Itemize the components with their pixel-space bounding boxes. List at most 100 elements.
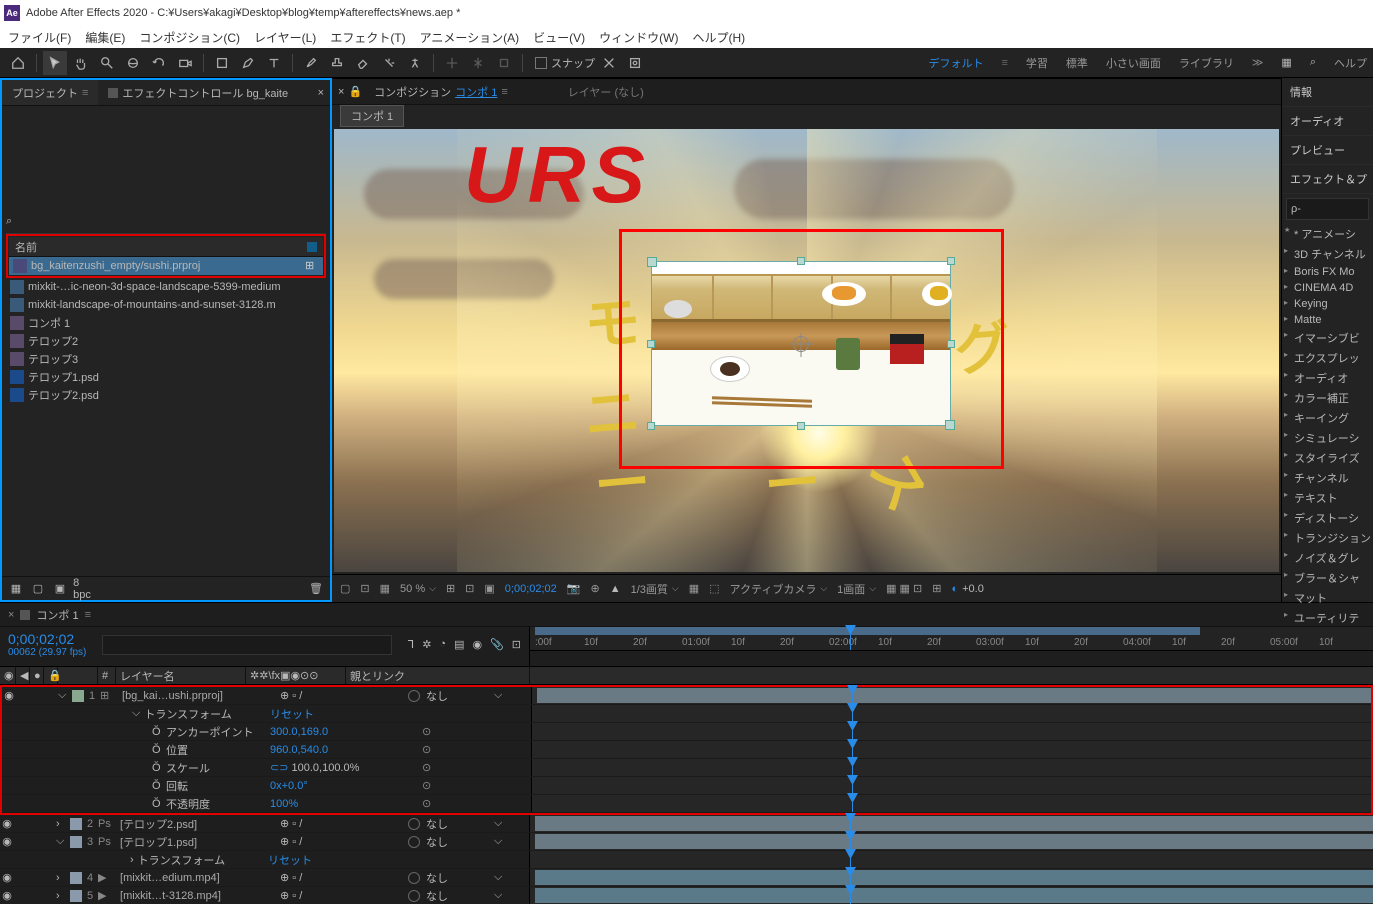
current-timecode[interactable]: 0;00;02;02 xyxy=(8,631,86,647)
tab-effect-controls[interactable]: エフェクトコントロール bg_kaite xyxy=(98,80,298,105)
home-tool[interactable] xyxy=(6,51,30,75)
workspace-standard[interactable]: 標準 xyxy=(1066,55,1088,71)
hand-tool[interactable] xyxy=(69,51,93,75)
3d-icon[interactable]: ⬚ xyxy=(709,582,719,595)
composition-viewer[interactable]: URS モ ニ グ ー ー ス xyxy=(334,129,1279,572)
panel-close-icon[interactable]: × xyxy=(312,87,330,99)
res-icon[interactable]: ⊞ xyxy=(446,582,455,595)
effect-category[interactable]: 3D チャンネル xyxy=(1282,244,1373,264)
channel-icon[interactable]: ⊕ xyxy=(590,582,599,595)
effect-category[interactable]: カラー補正 xyxy=(1282,388,1373,408)
world-axis[interactable] xyxy=(466,51,490,75)
workspace-library[interactable]: ライブラリ xyxy=(1179,55,1234,71)
selection-tool[interactable] xyxy=(43,51,67,75)
text-tool[interactable] xyxy=(262,51,286,75)
transform-group[interactable]: › トランスフォームリセット xyxy=(0,851,1373,869)
project-item[interactable]: mixkit-…ic-neon-3d-space-landscape-5399-… xyxy=(6,278,326,296)
fast-preview-icon[interactable]: ⊞ xyxy=(932,582,941,595)
workspace-learn[interactable]: 学習 xyxy=(1026,55,1048,71)
quality-dropdown[interactable]: 1/3画質 xyxy=(631,581,679,597)
brush-tool[interactable] xyxy=(299,51,323,75)
view-opts-icon[interactable]: ▦ ▦ ⊡ xyxy=(886,582,922,595)
menu-effect[interactable]: エフェクト(T) xyxy=(330,29,405,46)
roto-tool[interactable] xyxy=(377,51,401,75)
effect-category[interactable]: ユーティリテ xyxy=(1282,608,1373,628)
shy-icon[interactable]: ◔ xyxy=(439,638,446,651)
effect-category[interactable]: オーディオ xyxy=(1282,368,1373,388)
brainstorm-icon[interactable]: ⊡ xyxy=(512,638,521,651)
playhead[interactable] xyxy=(850,627,851,650)
effects-search[interactable]: ρ- xyxy=(1286,198,1369,220)
layer-row[interactable]: ◉›2Psテロップ2.psd⊕ ▫ /なし⌵ xyxy=(0,815,1373,833)
search-icon[interactable]: ⌕ xyxy=(6,215,12,228)
effect-category[interactable]: チャンネル xyxy=(1282,468,1373,488)
snap-opts[interactable] xyxy=(597,51,621,75)
tab-project[interactable]: プロジェクト ≡ xyxy=(2,80,98,105)
panel-close-icon[interactable]: × xyxy=(8,609,14,621)
new-comp-icon[interactable]: ▣ xyxy=(52,581,68,597)
motion-blur-icon[interactable]: ◉ xyxy=(472,638,482,651)
workspace-small[interactable]: 小さい画面 xyxy=(1106,55,1161,71)
panel-effects[interactable]: エフェクト＆プ xyxy=(1282,165,1373,194)
effect-category[interactable]: CINEMA 4D xyxy=(1282,280,1373,296)
toolbar-overflow-icon[interactable]: ▦ xyxy=(1281,56,1291,69)
comp-mini-flow-icon[interactable]: ⅂ xyxy=(408,638,414,651)
menu-window[interactable]: ウィンドウ(W) xyxy=(599,29,678,46)
project-item[interactable]: テロップ3 xyxy=(6,350,326,368)
effect-category[interactable]: Keying xyxy=(1282,296,1373,312)
effect-category[interactable]: トランジション xyxy=(1282,528,1373,548)
always-preview-icon[interactable]: ▢ xyxy=(340,582,350,595)
effect-category[interactable]: スタイライズ xyxy=(1282,448,1373,468)
parent-dropdown[interactable]: なし⌵ xyxy=(408,688,502,704)
project-name-header[interactable]: 名前 xyxy=(9,237,323,257)
tab-layer[interactable]: レイヤー (なし) xyxy=(560,80,652,104)
effect-category[interactable]: イマーシブビ xyxy=(1282,328,1373,348)
prop-scale[interactable]: Ŏスケール⊂⊃ 100.0,100.0%⊙ xyxy=(2,759,1371,777)
label-color-icon[interactable] xyxy=(307,242,317,252)
pen-tool[interactable] xyxy=(236,51,260,75)
draft3d-icon[interactable]: ✲ xyxy=(422,638,431,651)
effect-category[interactable]: Matte xyxy=(1282,312,1373,328)
effect-category[interactable]: ディストーシ xyxy=(1282,508,1373,528)
panel-info[interactable]: 情報 xyxy=(1282,78,1373,107)
bpc-display[interactable]: 8 bpc xyxy=(74,581,90,597)
trash-icon[interactable]: 🗑 xyxy=(308,581,324,597)
project-item[interactable]: テロップ1.psd xyxy=(6,368,326,386)
snap-grid[interactable] xyxy=(623,51,647,75)
eraser-tool[interactable] xyxy=(351,51,375,75)
zoom-dropdown[interactable]: 50 % xyxy=(400,583,436,595)
menu-layer[interactable]: レイヤー(L) xyxy=(254,29,316,46)
view-dropdown[interactable]: 1画面 xyxy=(837,581,876,597)
exposure-display[interactable]: ◐ +0.0 xyxy=(951,583,983,595)
zoom-tool[interactable] xyxy=(95,51,119,75)
graph-icon[interactable]: 📎 xyxy=(490,638,504,651)
rotate-tool[interactable] xyxy=(147,51,171,75)
workspace-default[interactable]: デフォルト xyxy=(928,55,983,71)
frame-blend-icon[interactable]: ▤ xyxy=(454,638,464,651)
timeline-search[interactable] xyxy=(102,635,392,655)
project-item[interactable]: テロップ2 xyxy=(6,332,326,350)
help-search[interactable]: ヘルプ xyxy=(1334,55,1367,71)
visibility-icon[interactable]: ◉ xyxy=(2,689,16,702)
search-icon[interactable]: ⌕ xyxy=(1310,56,1316,69)
magnification-icon[interactable]: ⊡ xyxy=(360,582,369,595)
timeline-tab[interactable]: コンポ 1 xyxy=(36,607,78,623)
project-item[interactable]: テロップ2.psd xyxy=(6,386,326,404)
lock-icon[interactable]: 🔒 xyxy=(348,85,362,98)
transform-group[interactable]: ⌵ トランスフォームリセット xyxy=(2,705,1371,723)
menu-view[interactable]: ビュー(V) xyxy=(533,29,585,46)
prop-anchor[interactable]: Ŏアンカーポイント300.0,169.0⊙ xyxy=(2,723,1371,741)
menu-help[interactable]: ヘルプ(H) xyxy=(693,29,746,46)
time-display[interactable]: 0;00;02;02 xyxy=(505,583,557,595)
layer-row[interactable]: ◉ ⌵ 1 ⊞ bg_kai…ushi.prproj ⊕ ▫ / なし⌵ xyxy=(2,687,1371,705)
panel-preview[interactable]: プレビュー xyxy=(1282,136,1373,165)
snap-toggle[interactable]: スナップ xyxy=(535,55,595,71)
project-item-prproj[interactable]: bg_kaitenzushi_empty/sushi.prproj⊞ xyxy=(9,257,323,275)
roi-icon[interactable]: ▣ xyxy=(484,582,494,595)
selected-layer-sushi[interactable] xyxy=(651,261,951,426)
menu-file[interactable]: ファイル(F) xyxy=(8,29,71,46)
puppet-tool[interactable] xyxy=(403,51,427,75)
project-search[interactable] xyxy=(16,216,326,228)
effect-category[interactable]: ノイズ＆グレ xyxy=(1282,548,1373,568)
effect-category[interactable]: キーイング xyxy=(1282,408,1373,428)
